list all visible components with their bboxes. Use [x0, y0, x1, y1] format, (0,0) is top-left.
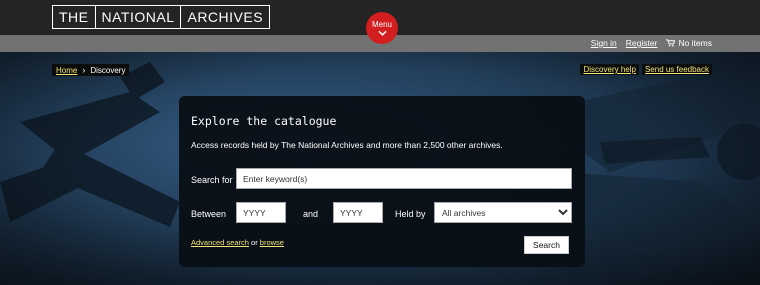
logo-word-national: NATIONAL: [94, 6, 181, 28]
logo-word-archives: ARCHIVES: [180, 6, 269, 28]
logo-word-the: THE: [59, 9, 89, 25]
end-year-input[interactable]: [333, 202, 383, 223]
chevron-down-icon: [377, 30, 387, 36]
register-link[interactable]: Register: [626, 38, 658, 48]
breadcrumb-home-link[interactable]: Home: [56, 66, 77, 75]
menu-button[interactable]: Menu: [366, 12, 398, 44]
advanced-links: Advanced search or browse: [191, 238, 284, 247]
chevron-right-icon: ›: [82, 65, 86, 75]
start-year-input[interactable]: [236, 202, 286, 223]
cart-link[interactable]: No items: [666, 38, 712, 48]
cart-icon: [666, 39, 676, 47]
held-by-select[interactable]: All archives: [434, 202, 572, 223]
menu-label: Menu: [371, 20, 392, 29]
keyword-search-input[interactable]: [236, 168, 572, 189]
search-for-label: Search for: [191, 175, 233, 185]
search-button[interactable]: Search: [524, 236, 569, 254]
held-by-label: Held by: [395, 209, 426, 219]
send-feedback-link[interactable]: Send us feedback: [641, 64, 712, 75]
help-links: Discovery help Send us feedback: [580, 64, 712, 75]
panel-title: Explore the catalogue: [191, 114, 337, 128]
national-archives-logo[interactable]: THE NATIONAL ARCHIVES: [52, 5, 271, 29]
hero-banner: Home › Discovery Discovery help Send us …: [0, 52, 760, 285]
catalogue-search-panel: Explore the catalogue Access records hel…: [179, 96, 585, 267]
breadcrumb-current: Discovery: [90, 65, 126, 75]
breadcrumb: Home › Discovery: [52, 64, 130, 76]
browse-link[interactable]: browse: [260, 238, 284, 247]
panel-intro: Access records held by The National Arch…: [191, 140, 503, 150]
sign-in-link[interactable]: Sign in: [591, 38, 617, 48]
between-label: Between: [191, 209, 227, 219]
cart-label: No items: [678, 38, 712, 48]
or-text: or: [248, 238, 260, 247]
discovery-help-link[interactable]: Discovery help: [580, 64, 639, 75]
advanced-search-link[interactable]: Advanced search: [191, 238, 249, 247]
and-label: and: [303, 209, 319, 219]
